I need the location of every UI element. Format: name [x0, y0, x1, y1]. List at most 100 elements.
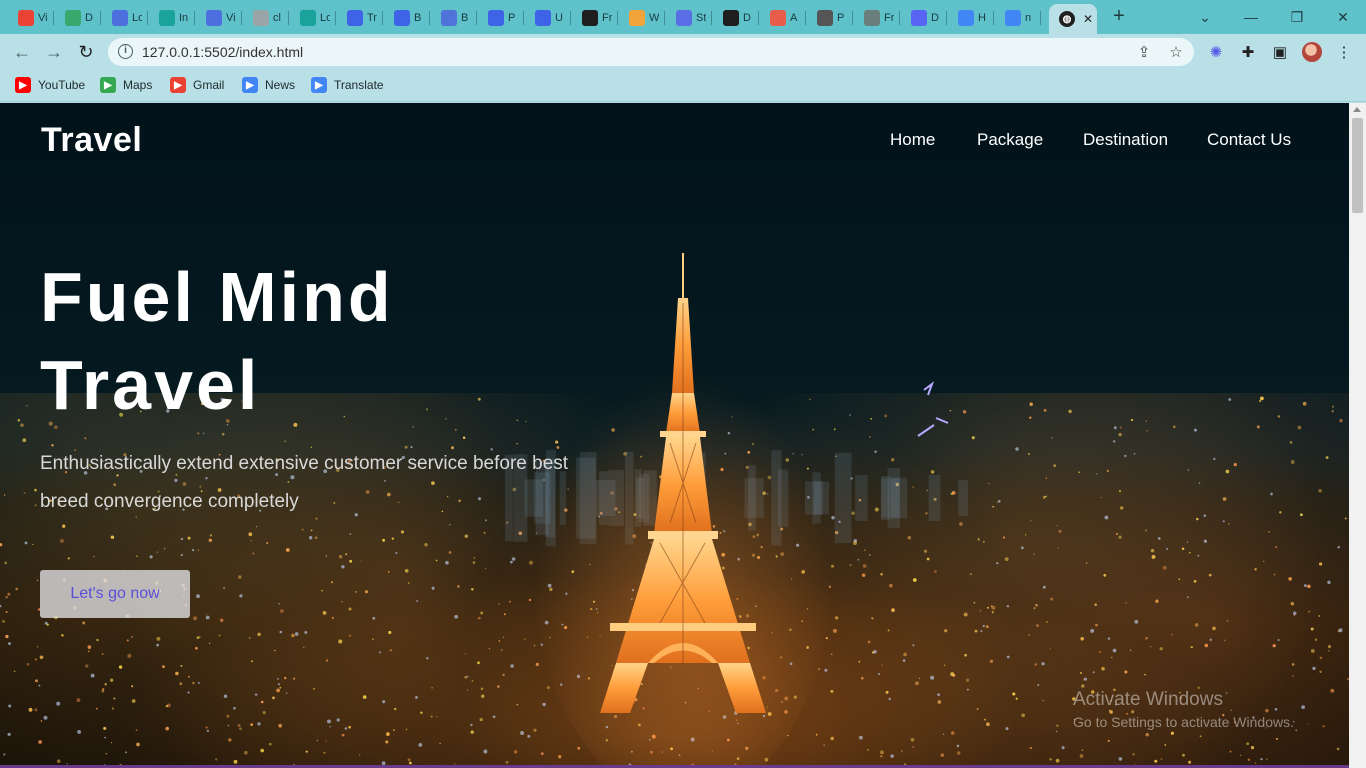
bookmark-label: Translate	[334, 78, 384, 92]
browser-tab[interactable]: Fr	[572, 4, 618, 32]
tab-separator	[335, 11, 336, 25]
browser-tab[interactable]: U	[525, 4, 571, 32]
side-panel-icon[interactable]: ▣	[1270, 42, 1290, 62]
rainbow-icon	[770, 10, 786, 26]
hero-description: Enthusiastically extend extensive custom…	[40, 453, 569, 512]
close-window-icon[interactable]: ✕	[1320, 0, 1366, 34]
scroll-up-arrow-icon[interactable]	[1353, 107, 1361, 112]
page-scrollbar[interactable]	[1349, 103, 1366, 768]
browser-tab[interactable]: P	[807, 4, 853, 32]
tab-separator	[476, 11, 477, 25]
nav-destination[interactable]: Destination	[1083, 130, 1168, 150]
tab-title: St	[696, 12, 706, 24]
site-logo[interactable]: Travel	[41, 121, 142, 160]
infinity-icon	[206, 10, 222, 26]
browser-tab[interactable]: Fr	[854, 4, 900, 32]
site-info-icon[interactable]: i	[118, 44, 133, 59]
tab-title: Lo	[132, 12, 142, 24]
bookmark-gmail[interactable]: ▶ Gmail	[170, 77, 224, 93]
tab-title: H	[978, 12, 986, 24]
reload-icon[interactable]: ↻	[74, 40, 98, 64]
browser-tab[interactable]: Tr	[337, 4, 383, 32]
stackblitz-icon	[676, 10, 692, 26]
globe-icon	[723, 10, 739, 26]
bookmark-translate[interactable]: ▶ Translate	[311, 77, 384, 93]
bookmark-maps[interactable]: ▶ Maps	[100, 77, 152, 93]
tab-separator	[617, 11, 618, 25]
browser-tab[interactable]: B	[431, 4, 477, 32]
browser-tab[interactable]: D	[55, 4, 101, 32]
browser-tab[interactable]: P	[478, 4, 524, 32]
profile-avatar[interactable]	[1302, 42, 1322, 62]
new-tab-button[interactable]: +	[1108, 6, 1130, 28]
tab-separator	[1040, 11, 1041, 25]
tab-title: A	[790, 12, 798, 24]
bookmark-youtube[interactable]: ▶ YouTube	[15, 77, 85, 93]
browser-toolbar: ← → ↻ i 127.0.0.1:5502/index.html ⇪ ☆ ✺ …	[0, 34, 1366, 70]
bookmark-star-icon[interactable]: ☆	[1166, 42, 1186, 62]
browser-tab[interactable]: W	[619, 4, 665, 32]
restore-icon[interactable]: ❐	[1274, 0, 1320, 34]
browser-tab[interactable]: n	[995, 4, 1041, 32]
nav-package[interactable]: Package	[977, 130, 1043, 150]
discord-icon	[911, 10, 927, 26]
tab-title: D	[931, 12, 939, 24]
bookmark-label: Maps	[123, 78, 153, 92]
tab-title: Vi	[226, 12, 236, 24]
globe-green-icon	[65, 10, 81, 26]
tab-title: U	[555, 12, 563, 24]
nav-contact-us[interactable]: Contact Us	[1207, 130, 1291, 150]
browser-tab[interactable]: H	[948, 4, 994, 32]
browser-tab[interactable]: B	[384, 4, 430, 32]
browser-tab[interactable]: cl	[243, 4, 289, 32]
minimize-icon[interactable]: —	[1228, 0, 1274, 34]
browser-tab[interactable]: Lo	[290, 4, 336, 32]
tab-title: In	[179, 12, 189, 24]
tab-title: Fr	[884, 12, 894, 24]
extension-flower-icon[interactable]: ✺	[1206, 42, 1226, 62]
close-tab-icon[interactable]: ✕	[1083, 12, 1093, 26]
bookmark-news[interactable]: ▶ News	[242, 77, 295, 93]
lets-go-now-button[interactable]: Let's go now	[40, 570, 190, 618]
browser-tab[interactable]: D	[901, 4, 947, 32]
tab-title: P	[837, 12, 845, 24]
tab-separator	[852, 11, 853, 25]
tab-separator	[100, 11, 101, 25]
tab-separator	[523, 11, 524, 25]
scrollbar-thumb[interactable]	[1352, 118, 1363, 213]
tab-separator	[664, 11, 665, 25]
bookmark-label: News	[265, 78, 296, 92]
back-icon[interactable]: ←	[10, 40, 34, 64]
tab-title: B	[461, 12, 469, 24]
c-logo-icon	[347, 10, 363, 26]
tab-separator	[993, 11, 994, 25]
share-icon[interactable]: ⇪	[1134, 42, 1154, 62]
diamond-icon	[159, 10, 175, 26]
tab-title: cl	[273, 12, 281, 24]
browser-tab[interactable]: In	[149, 4, 195, 32]
extensions-puzzle-icon[interactable]: ✚	[1238, 42, 1258, 62]
menu-kebab-icon[interactable]: ⋮	[1334, 42, 1354, 62]
active-tab[interactable]: ◍ ✕	[1049, 4, 1097, 34]
browser-tab[interactable]: Lo	[102, 4, 148, 32]
browser-tab[interactable]: Vi	[196, 4, 242, 32]
tab-separator	[429, 11, 430, 25]
google-icon	[958, 10, 974, 26]
browser-tab[interactable]: D	[713, 4, 759, 32]
google-icon	[1005, 10, 1021, 26]
browser-tab[interactable]: St	[666, 4, 712, 32]
tab-separator	[147, 11, 148, 25]
nav-home[interactable]: Home	[890, 130, 935, 150]
tab-separator	[241, 11, 242, 25]
browser-tab[interactable]: Vi	[8, 4, 54, 32]
translate-icon: ▶	[311, 77, 327, 93]
browser-tab[interactable]: A	[760, 4, 806, 32]
tab-title: D	[743, 12, 751, 24]
tab-search-chevron-icon[interactable]: ⌄	[1182, 0, 1228, 34]
maps-icon: ▶	[100, 77, 116, 93]
forward-icon[interactable]: →	[42, 40, 66, 64]
url-text[interactable]: 127.0.0.1:5502/index.html	[142, 44, 303, 60]
news-icon: ▶	[242, 77, 258, 93]
address-bar[interactable]: i 127.0.0.1:5502/index.html ⇪ ☆	[108, 38, 1194, 66]
tab-title: W	[649, 12, 659, 24]
